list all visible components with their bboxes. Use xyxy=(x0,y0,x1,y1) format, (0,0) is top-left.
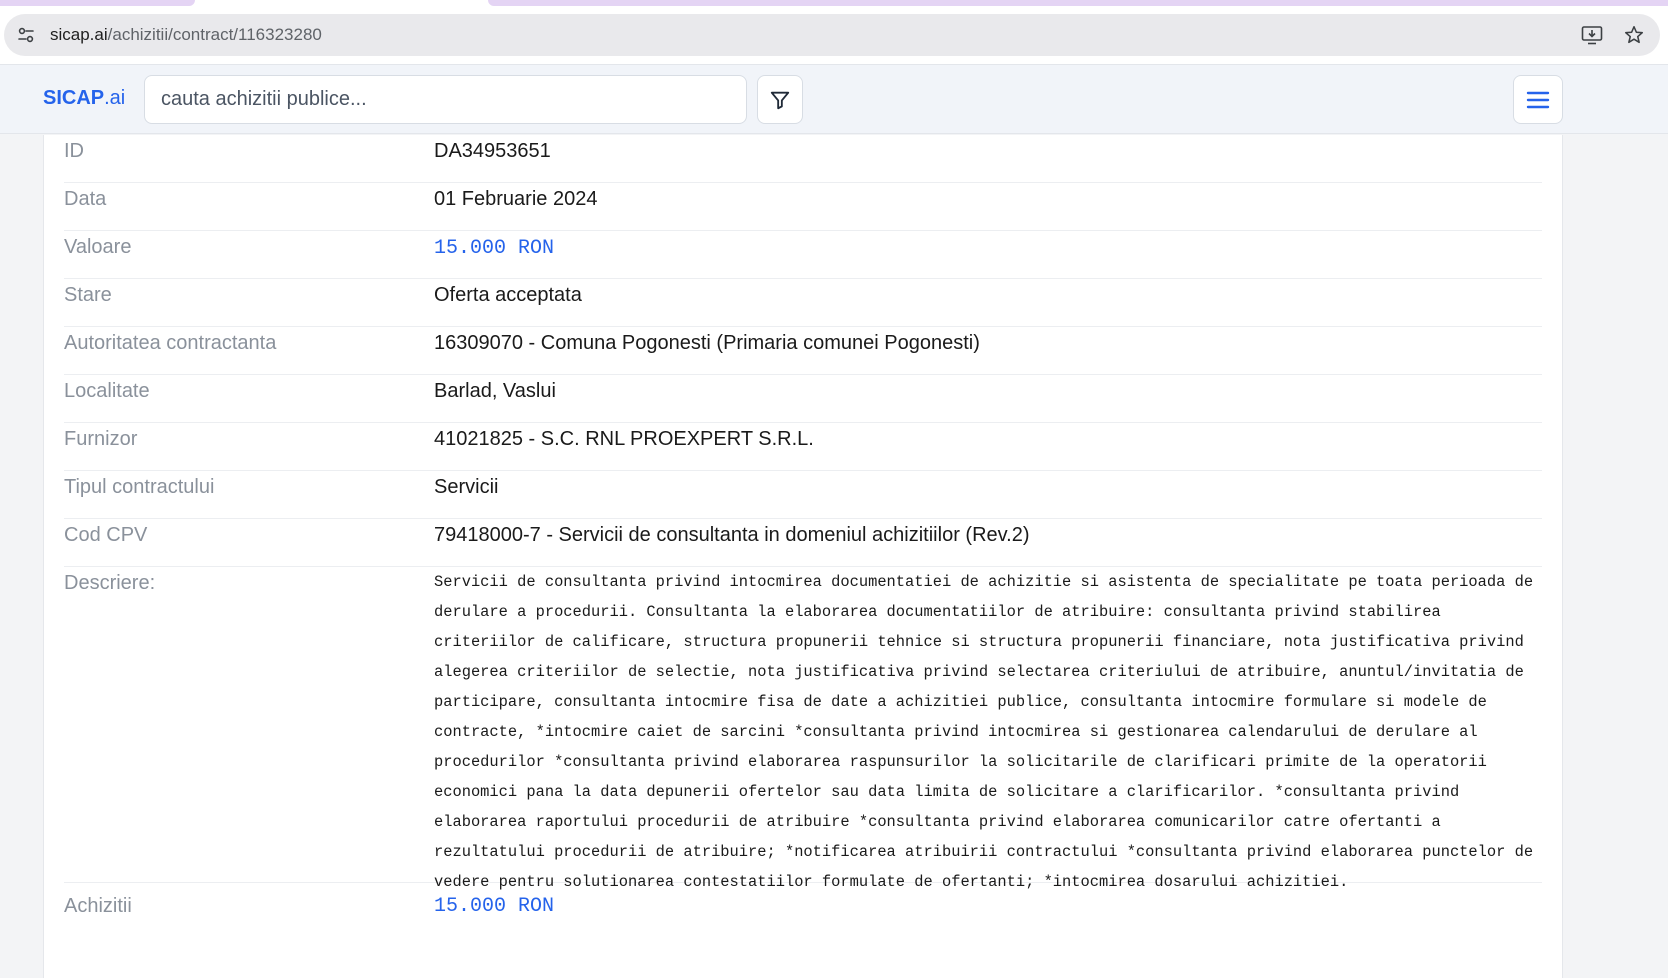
detail-value-cpv-link[interactable]: 79418000-7 - Servicii de consultanta in … xyxy=(434,524,1030,547)
app-header: SICAP.ai xyxy=(0,64,1668,134)
tab-strip-left xyxy=(0,0,195,6)
hamburger-menu-icon xyxy=(1526,91,1550,108)
detail-row-descriere: Descriere: Servicii de consultanta privi… xyxy=(64,567,1542,891)
detail-row-id: ID DA34953651 xyxy=(64,135,1542,183)
url-text[interactable]: sicap.ai/achizitii/contract/116323280 xyxy=(50,25,322,45)
tab-strip-right xyxy=(488,0,1668,6)
detail-value-id: DA34953651 xyxy=(434,140,551,162)
detail-label: Data xyxy=(64,188,107,210)
install-app-icon[interactable] xyxy=(1580,23,1604,47)
search-input[interactable] xyxy=(144,75,747,124)
address-bar[interactable]: sicap.ai/achizitii/contract/116323280 xyxy=(4,14,1660,56)
detail-row-localitate: Localitate Barlad, Vaslui xyxy=(64,375,1542,423)
detail-label: Cod CPV xyxy=(64,524,148,546)
detail-row-cpv: Cod CPV 79418000-7 - Servicii de consult… xyxy=(64,519,1542,567)
detail-label: Autoritatea contractanta xyxy=(64,332,277,354)
bookmark-star-icon[interactable] xyxy=(1622,23,1646,47)
detail-label: Stare xyxy=(64,284,112,306)
url-path: /achizitii/contract/116323280 xyxy=(107,25,322,44)
tab-strip xyxy=(0,0,1668,6)
site-logo[interactable]: SICAP.ai xyxy=(43,87,125,110)
detail-value-contract-type: Servicii xyxy=(434,476,499,498)
logo-bold: SICAP xyxy=(43,87,105,109)
detail-row-furnizor: Furnizor 41021825 - S.C. RNL PROEXPERT S… xyxy=(64,423,1542,471)
detail-label: Tipul contractului xyxy=(64,476,215,498)
detail-label: Localitate xyxy=(64,380,150,402)
detail-value-amount: 15.000 RON xyxy=(434,237,555,260)
detail-row-tip: Tipul contractului Servicii xyxy=(64,471,1542,519)
detail-row-data: Data 01 Februarie 2024 xyxy=(64,183,1542,231)
detail-row-achizitii: Achizitii 15.000 RON xyxy=(64,883,1542,931)
detail-value-date: 01 Februarie 2024 xyxy=(434,188,598,210)
detail-value-description: Servicii de consultanta privind intocmir… xyxy=(434,573,1534,891)
detail-row-valoare: Valoare 15.000 RON xyxy=(64,231,1542,279)
detail-label: Descriere: xyxy=(64,572,156,594)
logo-suffix: .ai xyxy=(104,87,126,109)
filter-icon xyxy=(770,91,790,109)
detail-value-authority-link[interactable]: 16309070 - Comuna Pogonesti (Primaria co… xyxy=(434,332,980,355)
detail-value-location: Barlad, Vaslui xyxy=(434,380,556,402)
detail-label: Furnizor xyxy=(64,428,138,450)
browser-chrome: sicap.ai/achizitii/contract/116323280 xyxy=(0,0,1668,64)
url-host: sicap.ai xyxy=(50,25,108,44)
menu-button[interactable] xyxy=(1513,75,1563,124)
detail-value-status: Oferta acceptata xyxy=(434,284,582,306)
site-info-icon[interactable] xyxy=(8,17,44,53)
detail-row-autoritate: Autoritatea contractanta 16309070 - Comu… xyxy=(64,327,1542,375)
filter-button[interactable] xyxy=(757,75,803,124)
detail-value-purchases-amount: 15.000 RON xyxy=(434,895,555,918)
detail-value-supplier-link[interactable]: 41021825 - S.C. RNL PROEXPERT S.R.L. xyxy=(434,428,814,451)
detail-label: Valoare xyxy=(64,236,132,258)
contract-details-card: ID DA34953651 Data 01 Februarie 2024 Val… xyxy=(43,135,1563,978)
detail-label: ID xyxy=(64,140,84,162)
detail-label: Achizitii xyxy=(64,895,132,917)
detail-row-stare: Stare Oferta acceptata xyxy=(64,279,1542,327)
